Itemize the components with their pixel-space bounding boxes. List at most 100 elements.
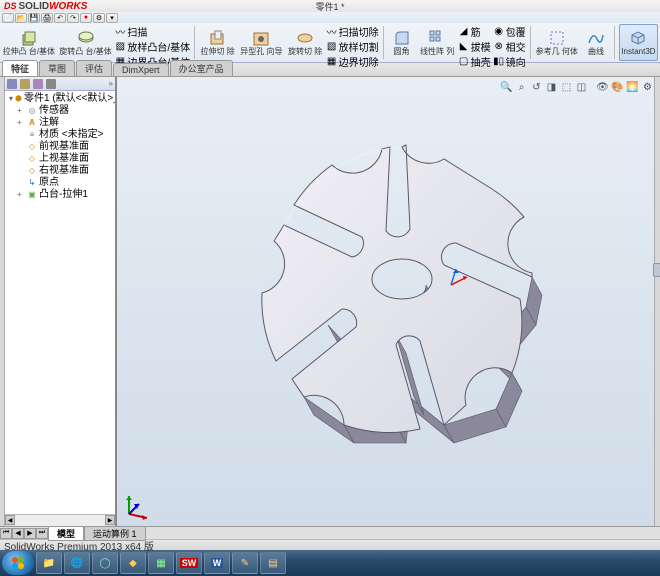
taskbar-app1-button[interactable]: ◯ [92, 552, 118, 574]
tree-header-expand-icon[interactable]: » [109, 79, 113, 88]
edit-appearance-button[interactable]: 🎨 [611, 81, 624, 94]
tree-tab-dimxpert-icon[interactable] [46, 79, 56, 89]
tree-right-plane[interactable]: ◇右视基准面 [7, 165, 113, 177]
zoom-area-button[interactable]: ⌕ [515, 81, 528, 94]
app-icon: ◯ [99, 558, 110, 569]
orientation-triad-icon[interactable] [123, 492, 151, 520]
view-settings-button[interactable]: ⚙ [641, 81, 654, 94]
swept-boss-button[interactable]: 〰扫描 [115, 24, 190, 39]
logo-works: WORKS [49, 1, 87, 12]
loft-boss-icon: ▧ [115, 42, 125, 52]
revolve-boss-button[interactable]: 旋转凸 台/基体 [59, 24, 113, 61]
wrap-button[interactable]: ◉包覆 [494, 24, 526, 39]
taskbar-word-button[interactable]: W [204, 552, 230, 574]
revolve-cut-icon [296, 29, 314, 47]
qat-select-button[interactable]: ▾ [106, 13, 118, 23]
viewport-right-task-strip[interactable] [654, 77, 660, 526]
extrude-cut-button[interactable]: 拉伸切 除 [199, 24, 236, 61]
globe-icon: 🌐 [71, 558, 83, 569]
display-style-button[interactable]: ◫ [575, 81, 588, 94]
shell-button[interactable]: ▢抽壳 [459, 54, 491, 69]
apply-scene-button[interactable]: 🌅 [626, 81, 639, 94]
extrude-cut-icon [209, 29, 227, 47]
taskbar-app2-button[interactable]: ◆ [120, 552, 146, 574]
tab-sketch[interactable]: 草图 [39, 60, 75, 76]
loft-boss-button[interactable]: ▧放样凸台/基体 [115, 39, 190, 54]
rib-button[interactable]: ◢筋 [459, 24, 491, 39]
qat-new-button[interactable]: 📄 [2, 13, 14, 23]
draft-button[interactable]: ◣拔模 [459, 39, 491, 54]
task-pane-handle[interactable] [653, 263, 660, 277]
instant3d-button[interactable]: Instant3D [619, 24, 658, 61]
swept-cut-button[interactable]: 〰扫描切除 [327, 24, 379, 39]
tree-scrollbar[interactable]: ◀ ▶ [5, 514, 115, 526]
tab-feature[interactable]: 特征 [2, 60, 38, 76]
tree-origin[interactable]: ↳原点 [7, 177, 113, 189]
qat-options-button[interactable]: ⚙ [93, 13, 105, 23]
ref-geom-button[interactable]: 参考几 何体 [535, 24, 579, 61]
qat-undo-button[interactable]: ↶ [54, 13, 66, 23]
scroll-right-icon[interactable]: ▶ [105, 515, 115, 525]
taskbar-explorer-button[interactable]: 📁 [36, 552, 62, 574]
rib-icon: ◢ [459, 27, 469, 37]
graphics-viewport[interactable]: 🔍 ⌕ ↺ ◨ ⬚ ◫ 👁 🎨 🌅 ⚙ [117, 77, 660, 526]
taskbar-app3-button[interactable]: ▦ [148, 552, 174, 574]
tab-office[interactable]: 办公室产品 [170, 60, 233, 76]
revolve-boss-icon [77, 29, 95, 47]
taskbar-app5-button[interactable]: ▤ [260, 552, 286, 574]
ribbon-separator [530, 26, 531, 59]
linear-pattern-button[interactable]: 线性阵 列 [419, 24, 456, 61]
app-icon: ✎ [241, 558, 249, 569]
taskbar-solidworks-button[interactable]: SW [176, 552, 202, 574]
tree-tab-featuretree-icon[interactable] [7, 79, 17, 89]
qat-open-button[interactable]: 📂 [15, 13, 27, 23]
shell-icon: ▢ [459, 57, 469, 67]
tree-tab-property-icon[interactable] [20, 79, 30, 89]
tree-feature-extrude1[interactable]: +▣凸台-拉伸1 [7, 189, 113, 201]
heads-up-toolbar: 🔍 ⌕ ↺ ◨ ⬚ ◫ 👁 🎨 🌅 ⚙ [500, 81, 654, 94]
save-icon: 💾 [30, 14, 39, 22]
tab-dimxpert[interactable]: DimXpert [113, 63, 169, 76]
tree-root[interactable]: ▾⬢零件1 (默认<<默认>_显示状态 [7, 93, 113, 105]
draft-icon: ◣ [459, 42, 469, 52]
boundary-cut-button[interactable]: ▦边界切除 [327, 54, 379, 69]
tree-annotations[interactable]: +A注解 [7, 117, 113, 129]
hide-show-button[interactable]: 👁 [596, 81, 609, 94]
tree-front-plane[interactable]: ◇前视基准面 [7, 141, 113, 153]
qat-save-button[interactable]: 💾 [28, 13, 40, 23]
previous-view-button[interactable]: ↺ [530, 81, 543, 94]
extrude-boss-button[interactable]: 拉伸凸 台/基体 [2, 24, 56, 61]
app-logo: DS SOLIDWORKS [4, 1, 87, 12]
loft-cut-icon: ▧ [327, 42, 337, 52]
tree-material[interactable]: ≡材质 <未指定> [7, 129, 113, 141]
start-button[interactable] [2, 551, 34, 575]
loft-cut-button[interactable]: ▧放样切割 [327, 39, 379, 54]
model-part[interactable] [187, 97, 617, 497]
qat-rebuild-button[interactable]: ● [80, 13, 92, 23]
tree-sensors[interactable]: +◎传感器 [7, 105, 113, 117]
taskbar-app4-button[interactable]: ✎ [232, 552, 258, 574]
folder-icon: 📁 [43, 558, 55, 569]
hole-wizard-button[interactable]: 异型孔 向导 [239, 24, 283, 61]
mirror-button[interactable]: ▮▯镜向 [494, 54, 526, 69]
tree-tab-config-icon[interactable] [33, 79, 43, 89]
tab-evaluate[interactable]: 评估 [76, 60, 112, 76]
taskbar-browser-button[interactable]: 🌐 [64, 552, 90, 574]
tree-top-plane[interactable]: ◇上视基准面 [7, 153, 113, 165]
instant3d-icon [629, 29, 647, 47]
qat-redo-button[interactable]: ↷ [67, 13, 79, 23]
extrude-boss-icon [20, 29, 38, 47]
section-view-button[interactable]: ◨ [545, 81, 558, 94]
view-orientation-button[interactable]: ⬚ [560, 81, 573, 94]
scroll-left-icon[interactable]: ◀ [5, 515, 15, 525]
revolve-cut-button[interactable]: 旋转切 除 [287, 24, 324, 61]
curves-button[interactable]: 曲线 [582, 24, 610, 61]
qat-print-button[interactable]: 🖨 [41, 13, 53, 23]
fillet-button[interactable]: 圆角 [388, 24, 416, 61]
material-icon: ≡ [27, 130, 37, 140]
hole-wizard-icon [252, 29, 270, 47]
zoom-fit-button[interactable]: 🔍 [500, 81, 513, 94]
intersect-button[interactable]: ⊗相交 [494, 39, 526, 54]
feature-tree[interactable]: ▾⬢零件1 (默认<<默认>_显示状态 +◎传感器 +A注解 ≡材质 <未指定>… [5, 91, 115, 514]
feature-tree-panel: » ▾⬢零件1 (默认<<默认>_显示状态 +◎传感器 +A注解 ≡材质 <未指… [5, 77, 117, 526]
